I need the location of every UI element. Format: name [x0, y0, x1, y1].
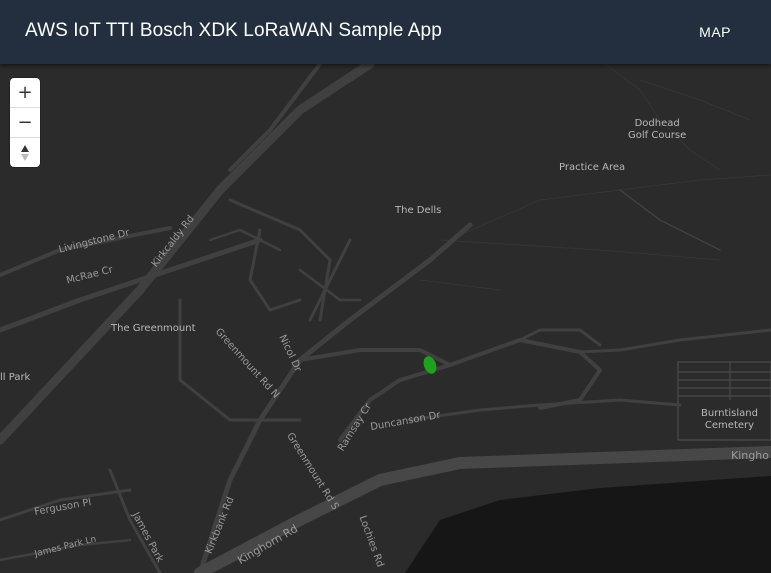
- label-burntisland-cemetery: Burntisland Cemetery: [701, 408, 758, 431]
- compass-button[interactable]: [10, 138, 40, 167]
- map-view[interactable]: Dodhead Golf Course Practice Area The De…: [0, 64, 771, 573]
- app-header: AWS IoT TTI Bosch XDK LoRaWAN Sample App…: [0, 0, 771, 64]
- label-hill-park: ll Park: [0, 372, 31, 383]
- label-the-greenmount: The Greenmount: [111, 323, 196, 334]
- map-controls: + −: [10, 78, 40, 167]
- compass-icon: [21, 144, 29, 161]
- zoom-in-button[interactable]: +: [10, 78, 40, 108]
- app-title: AWS IoT TTI Bosch XDK LoRaWAN Sample App: [25, 20, 442, 41]
- label-dodhead: Dodhead Golf Course: [628, 118, 687, 141]
- nav-map-link[interactable]: MAP: [699, 24, 731, 40]
- zoom-out-button[interactable]: −: [10, 108, 40, 138]
- label-practice-area: Practice Area: [559, 162, 626, 173]
- label-the-dells: The Dells: [395, 205, 442, 216]
- label-kinghorn-rd-right: Kingho: [731, 449, 769, 462]
